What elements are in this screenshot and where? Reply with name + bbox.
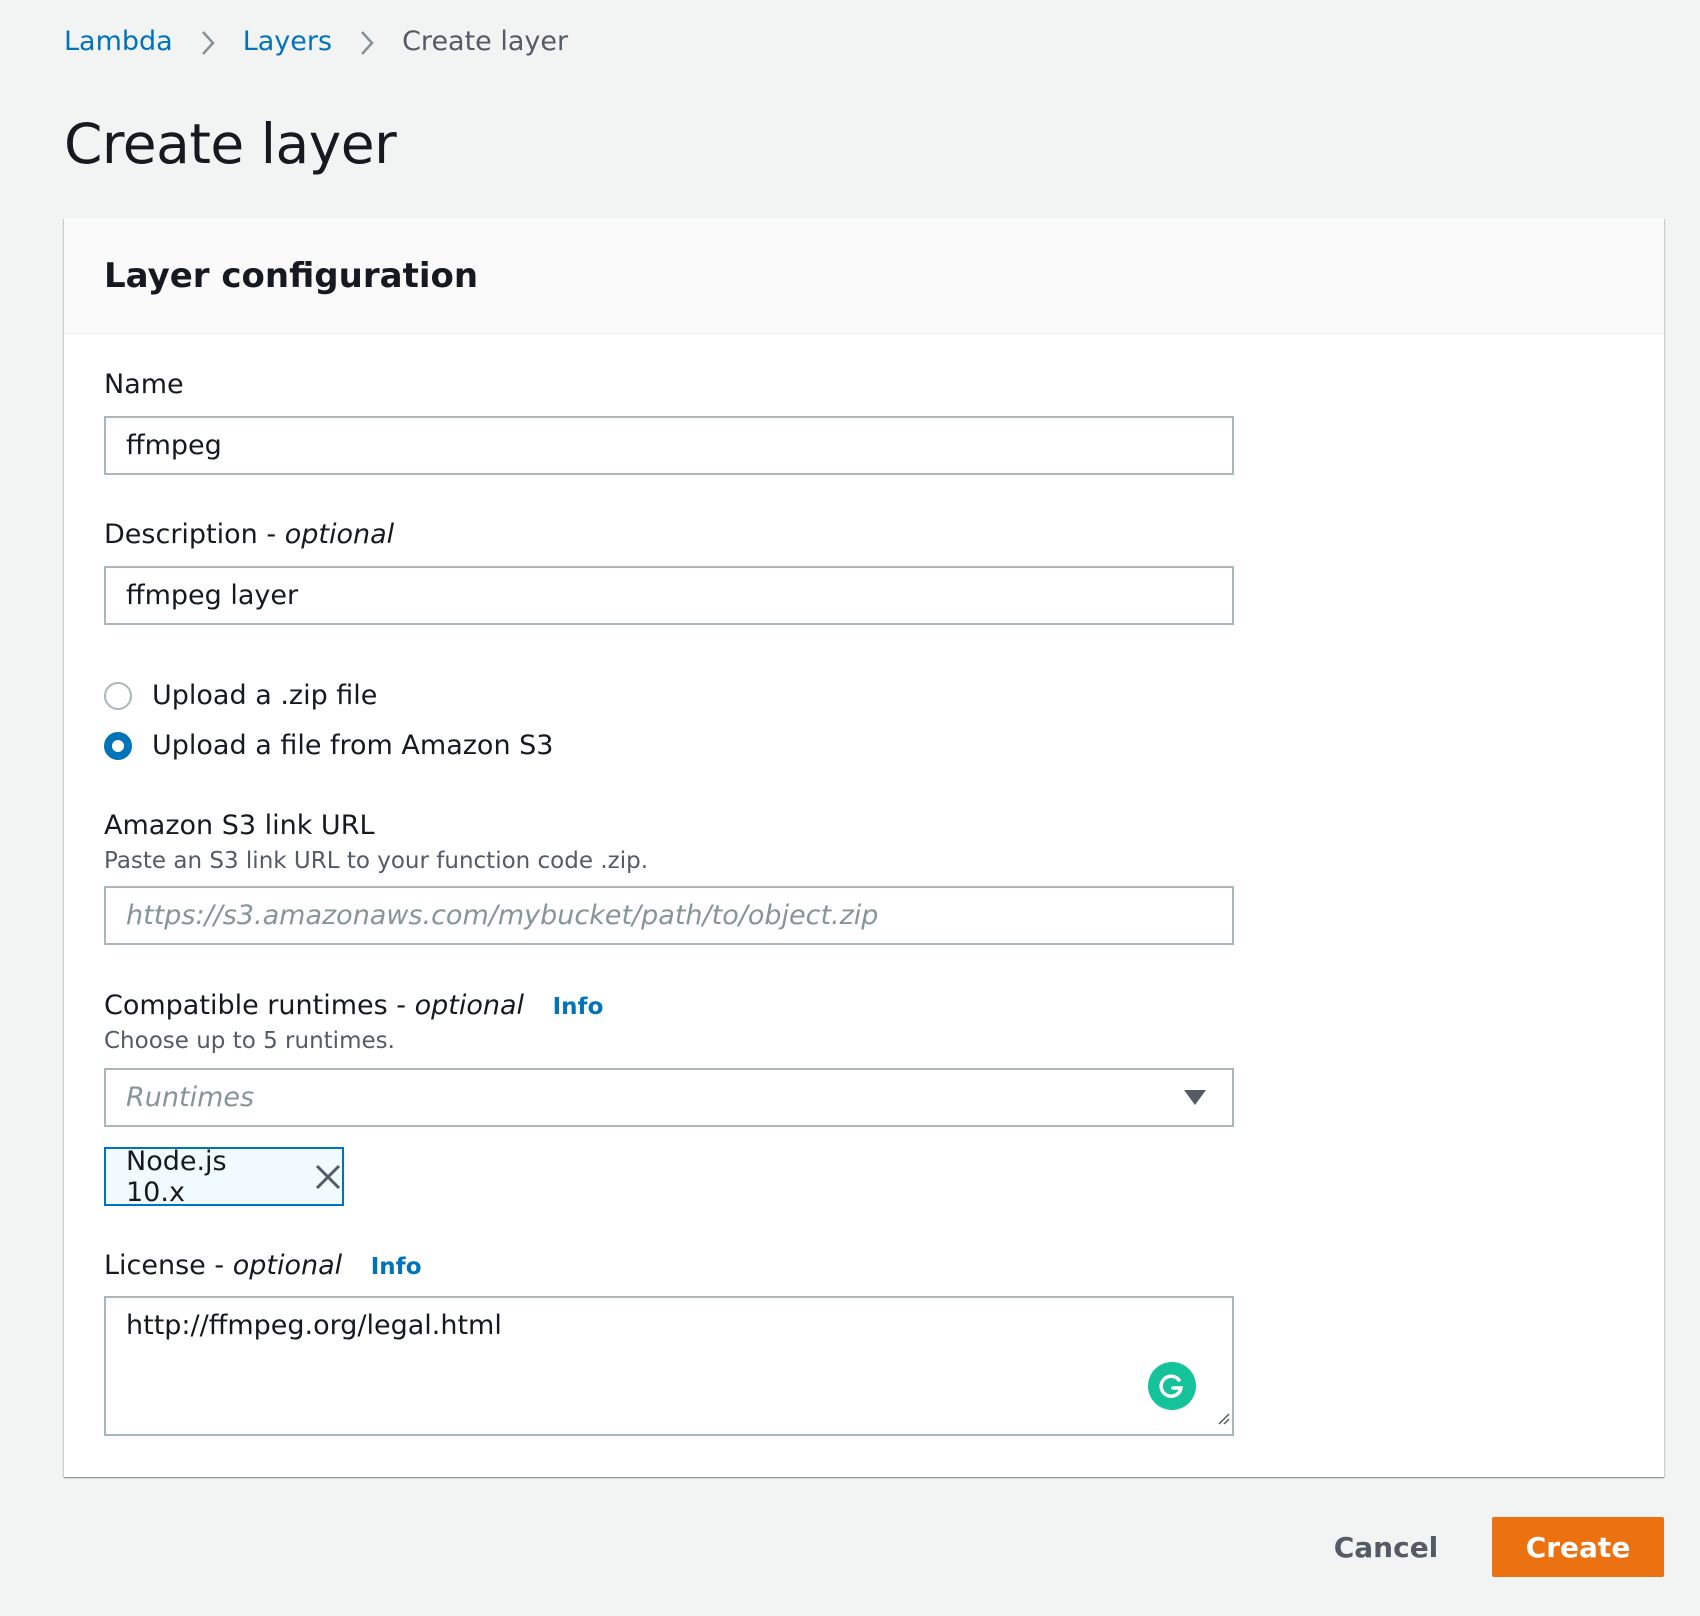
layer-configuration-panel: Layer configuration Name ffmpeg Descript… [64, 218, 1664, 1477]
runtime-token: Node.js 10.x [104, 1145, 344, 1208]
name-input-value: ffmpeg [126, 430, 222, 461]
panel-title: Layer configuration [104, 255, 479, 296]
s3-url-label-text: Amazon S3 link URL [104, 810, 375, 841]
page-title: Create layer [64, 112, 397, 176]
radio-upload-s3[interactable]: Upload a file from Amazon S3 [104, 730, 553, 761]
license-label-text: License - [104, 1250, 225, 1281]
description-label: Description - optional [104, 519, 394, 550]
s3-url-placeholder: https://s3.amazonaws.com/mybucket/path/t… [126, 900, 879, 931]
license-label: License - optional Info [104, 1250, 422, 1281]
description-input[interactable]: ffmpeg layer [104, 566, 1234, 625]
create-button[interactable]: Create [1492, 1517, 1664, 1577]
runtimes-label-text: Compatible runtimes - [104, 990, 406, 1021]
close-icon[interactable] [314, 1163, 342, 1191]
license-textarea[interactable]: http://ffmpeg.org/legal.html [104, 1296, 1234, 1436]
chevron-right-icon [332, 26, 402, 57]
breadcrumb: Lambda Layers Create layer [64, 26, 568, 57]
license-info-link[interactable]: Info [371, 1254, 422, 1280]
breadcrumb-layers[interactable]: Layers [243, 26, 332, 57]
description-label-text: Description - [104, 519, 277, 550]
radio-upload-s3-label: Upload a file from Amazon S3 [152, 730, 554, 761]
runtimes-optional-text: optional [414, 990, 525, 1021]
cancel-button[interactable]: Cancel [1322, 1517, 1450, 1577]
radio-upload-zip[interactable]: Upload a .zip file [104, 680, 377, 711]
runtimes-select[interactable]: Runtimes [104, 1068, 1234, 1127]
caret-down-icon [1184, 1082, 1206, 1113]
runtimes-hint: Choose up to 5 runtimes. [104, 1028, 395, 1054]
license-optional-text: optional [232, 1250, 343, 1281]
breadcrumb-lambda[interactable]: Lambda [64, 26, 173, 57]
runtime-token-label: Node.js 10.x [126, 1145, 227, 1208]
grammarly-icon[interactable] [1148, 1362, 1196, 1410]
resize-handle-icon[interactable] [1216, 1401, 1230, 1432]
create-layer-page: Lambda Layers Create layer Create layer … [0, 0, 1700, 1616]
name-label: Name [104, 369, 184, 400]
s3-url-hint: Paste an S3 link URL to your function co… [104, 848, 649, 874]
name-label-text: Name [104, 369, 184, 400]
breadcrumb-current: Create layer [402, 26, 569, 57]
runtimes-placeholder: Runtimes [126, 1082, 255, 1113]
radio-upload-zip-label: Upload a .zip file [152, 680, 378, 711]
runtimes-info-link[interactable]: Info [553, 994, 604, 1020]
chevron-right-icon [173, 26, 243, 57]
name-input[interactable]: ffmpeg [104, 416, 1234, 475]
description-optional-text: optional [284, 519, 395, 550]
license-textarea-value: http://ffmpeg.org/legal.html [126, 1310, 502, 1341]
runtimes-label: Compatible runtimes - optional Info [104, 990, 603, 1021]
panel-header: Layer configuration [64, 218, 1664, 334]
radio-button-unchecked[interactable] [104, 681, 132, 710]
s3-url-label: Amazon S3 link URL [104, 810, 375, 841]
s3-url-input[interactable]: https://s3.amazonaws.com/mybucket/path/t… [104, 886, 1234, 945]
description-input-value: ffmpeg layer [126, 580, 299, 611]
radio-button-checked[interactable] [104, 731, 132, 760]
